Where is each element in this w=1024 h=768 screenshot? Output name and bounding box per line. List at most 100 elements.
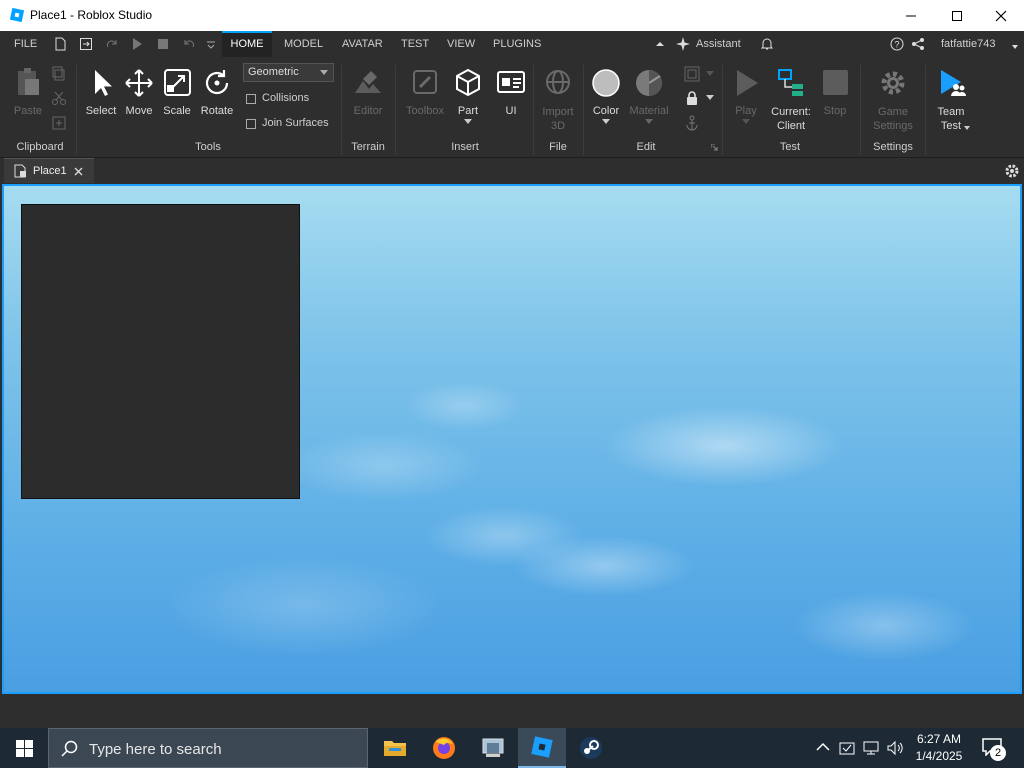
play-dropdown-icon[interactable] (742, 119, 750, 125)
move-button[interactable]: Move (121, 67, 157, 117)
app-window-icon (482, 738, 504, 757)
team-test-button[interactable]: Team Test (930, 67, 972, 133)
minimize-button[interactable] (888, 0, 934, 31)
stop-label: Stop (823, 105, 847, 117)
taskbar-search-box[interactable]: Type here to search (48, 728, 368, 768)
tab-view[interactable]: VIEW (447, 31, 475, 57)
mode-select[interactable]: Geometric (243, 63, 334, 82)
maximize-button[interactable] (934, 0, 980, 31)
import-3d-button[interactable]: Import 3D (538, 67, 578, 133)
account-dropdown-icon[interactable] (1010, 39, 1020, 55)
play-icon (737, 70, 758, 96)
terrain-editor-button[interactable]: Editor (347, 67, 389, 117)
material-dropdown-icon[interactable] (645, 119, 653, 125)
move-arrows-icon (125, 69, 153, 97)
taskbar-steam[interactable] (567, 728, 615, 768)
material-button[interactable]: Material (626, 67, 672, 125)
help-icon[interactable]: ? (889, 36, 905, 52)
3d-viewport[interactable] (2, 184, 1022, 694)
volume-icon[interactable] (886, 739, 904, 757)
group-dropdown-icon[interactable] (706, 71, 714, 77)
toolbox-button[interactable]: Toolbox (402, 67, 448, 117)
test-group-label: Test (779, 141, 801, 153)
game-settings-button[interactable]: Game Settings (866, 67, 920, 133)
terrain-editor-label: Editor (353, 105, 383, 117)
steam-icon (580, 737, 602, 759)
join-surfaces-checkbox[interactable] (246, 119, 256, 129)
current-client-button[interactable]: Current: Client (767, 67, 815, 133)
separator (533, 65, 534, 155)
part-dropdown-icon[interactable] (464, 119, 472, 125)
taskbar-app-window[interactable] (469, 728, 517, 768)
collapse-ribbon-icon[interactable] (652, 36, 668, 52)
tab-avatar[interactable]: AVATAR (342, 31, 383, 57)
tab-model[interactable]: MODEL (284, 31, 323, 57)
rotate-icon (205, 70, 229, 95)
select-button[interactable]: Select (83, 67, 119, 117)
stop-quick-icon[interactable] (155, 36, 171, 52)
file-menu[interactable]: FILE (14, 31, 37, 57)
lock-icon[interactable] (684, 90, 700, 106)
taskbar-roblox-studio[interactable] (518, 728, 566, 768)
part-cube-icon (456, 68, 480, 97)
network-icon[interactable] (862, 739, 880, 757)
rotate-label: Rotate (200, 105, 234, 117)
paste-icon (18, 68, 39, 95)
copy-icon[interactable] (51, 66, 67, 82)
color-button[interactable]: Color (588, 67, 624, 125)
taskbar-firefox[interactable] (420, 728, 468, 768)
redo-icon[interactable] (104, 36, 120, 52)
material-icon (636, 70, 662, 96)
settings-group-label: Settings (873, 141, 913, 153)
current-client-label-line1: Current: (771, 106, 811, 118)
assistant-button[interactable]: Assistant (696, 31, 741, 57)
tab-test[interactable]: TEST (401, 31, 429, 57)
paste-button[interactable]: Paste (8, 67, 48, 117)
color-dropdown-icon[interactable] (602, 119, 610, 125)
tab-close-icon[interactable] (74, 167, 83, 176)
rotate-button[interactable]: Rotate (197, 67, 237, 117)
edit-options-expand-icon[interactable] (711, 144, 718, 151)
mode-select-value: Geometric (248, 66, 299, 78)
undo-icon[interactable] (181, 36, 197, 52)
taskbar-file-explorer[interactable] (371, 728, 419, 768)
play-button[interactable]: Play (728, 67, 764, 125)
stop-button[interactable]: Stop (817, 67, 853, 117)
windows-taskbar: Type here to search 6:27 AM 1/4/2025 2 (0, 728, 1024, 768)
collisions-checkbox[interactable] (246, 94, 256, 104)
search-icon (61, 740, 78, 757)
start-button[interactable] (0, 728, 48, 768)
group-icon[interactable] (684, 66, 700, 82)
ui-button[interactable]: UI (494, 67, 528, 117)
tab-home[interactable]: HOME (222, 31, 272, 57)
part-button[interactable]: Part (451, 67, 485, 125)
share-icon[interactable] (910, 36, 926, 52)
security-center-icon[interactable] (838, 739, 856, 757)
tab-settings-gear-icon[interactable] (1004, 163, 1020, 179)
new-file-icon[interactable] (52, 36, 68, 52)
show-hidden-icons-chevron-icon[interactable] (816, 742, 830, 752)
cut-icon[interactable] (51, 90, 67, 106)
username-label[interactable]: fatfattie743 (941, 31, 995, 57)
tab-plugins[interactable]: PLUGINS (493, 31, 541, 57)
scale-button[interactable]: Scale (159, 67, 195, 117)
current-client-label: Current: Client (767, 105, 815, 133)
scale-icon (164, 69, 191, 96)
anchor-icon[interactable] (684, 115, 700, 131)
separator (925, 65, 926, 155)
game-settings-label-line1: Game (878, 106, 908, 118)
duplicate-icon[interactable] (51, 115, 67, 131)
move-label: Move (125, 105, 153, 117)
system-clock[interactable]: 6:27 AM 1/4/2025 (908, 731, 970, 765)
close-button[interactable] (978, 0, 1024, 31)
team-test-dropdown-icon[interactable] (964, 126, 970, 131)
action-center-button[interactable]: 2 (978, 736, 1008, 762)
tab-place1[interactable]: Place1 (4, 158, 94, 183)
open-file-icon[interactable] (78, 36, 94, 52)
customize-dropdown-icon[interactable] (203, 36, 219, 52)
lock-dropdown-icon[interactable] (706, 95, 714, 101)
import-3d-label-line2: 3D (550, 120, 566, 132)
scale-label: Scale (163, 105, 191, 117)
play-quick-icon[interactable] (129, 36, 145, 52)
notifications-bell-icon[interactable] (759, 36, 775, 52)
